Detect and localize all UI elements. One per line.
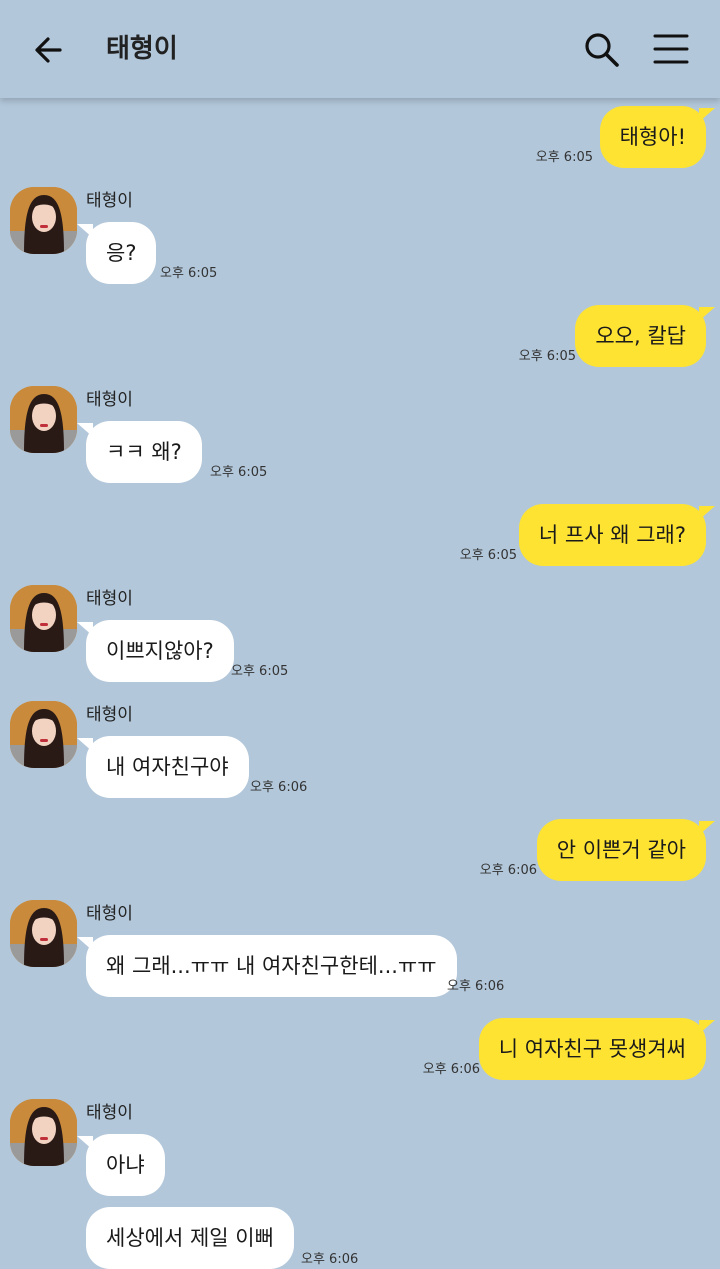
my-message: 안 이쁜거 같아 오후 6:06 <box>0 819 720 883</box>
menu-button[interactable] <box>650 28 692 70</box>
my-message-bubble[interactable]: 오오, 칼답 <box>575 305 715 367</box>
my-message: 태형아! 오후 6:05 <box>0 106 720 170</box>
sender-name: 태형이 <box>86 904 133 924</box>
their-message: ㅋㅋ 왜? 오후 6:05 <box>0 421 720 485</box>
their-message-bubble[interactable]: 응? <box>76 222 157 284</box>
search-icon <box>585 33 619 67</box>
my-message: 오오, 칼답 오후 6:05 <box>0 305 720 369</box>
message-time: 오후 6:05 <box>210 465 268 480</box>
message-time: 오후 6:05 <box>459 548 517 563</box>
their-message: 이쁘지않아? 오후 6:05 <box>0 620 720 684</box>
their-message-bubble[interactable]: ㅋㅋ 왜? <box>77 421 202 483</box>
message-time: 오후 6:06 <box>447 979 505 994</box>
sender-name: 태형이 <box>86 191 133 211</box>
sender-name: 태형이 <box>86 589 133 609</box>
message-time: 오후 6:05 <box>160 266 218 281</box>
their-message: 내 여자친구야 오후 6:06 <box>0 736 720 800</box>
my-message: 너 프사 왜 그래? 오후 6:05 <box>0 504 720 568</box>
message-time: 오후 6:06 <box>479 863 537 878</box>
their-message-bubble[interactable]: 내 여자친구야 <box>77 736 249 798</box>
message-time: 오후 6:06 <box>422 1062 480 1077</box>
their-message: 응? 오후 6:05 <box>0 222 720 286</box>
sender-name: 태형이 <box>86 390 133 410</box>
their-message-bubble[interactable]: 아냐 <box>77 1134 165 1196</box>
message-time: 오후 6:05 <box>518 349 576 364</box>
my-message: 니 여자친구 못생겨써 오후 6:06 <box>0 1018 720 1082</box>
my-message-bubble[interactable]: 너 프사 왜 그래? <box>518 504 716 566</box>
their-message-bubble[interactable]: 이쁘지않아? <box>77 620 234 682</box>
search-button[interactable] <box>580 28 622 70</box>
their-message: 세상에서 제일 이뻐 오후 6:06 <box>0 1207 720 1269</box>
chat-header: 태형이 <box>0 0 720 98</box>
sender-name: 태형이 <box>86 705 133 725</box>
sender-name: 태형이 <box>86 1103 133 1123</box>
message-time: 오후 6:05 <box>231 664 289 679</box>
their-message-bubble[interactable]: 왜 그래...ㅠㅠ 내 여자친구한테...ㅠㅠ <box>77 935 457 997</box>
back-button[interactable] <box>30 30 70 70</box>
message-time: 오후 6:06 <box>250 780 308 795</box>
message-time: 오후 6:05 <box>535 150 593 165</box>
their-message: 아냐 <box>0 1134 720 1198</box>
my-message-bubble[interactable]: 안 이쁜거 같아 <box>536 819 716 881</box>
chat-title: 태형이 <box>106 34 178 64</box>
their-message-bubble[interactable]: 세상에서 제일 이뻐 <box>86 1207 294 1269</box>
their-message: 왜 그래...ㅠㅠ 내 여자친구한테...ㅠㅠ 오후 6:06 <box>0 935 720 999</box>
hamburger-menu-icon <box>653 34 689 64</box>
my-message-bubble[interactable]: 니 여자친구 못생겨써 <box>478 1018 716 1080</box>
my-message-bubble[interactable]: 태형아! <box>599 106 716 168</box>
arrow-left-icon <box>35 37 62 63</box>
message-time: 오후 6:06 <box>301 1252 359 1267</box>
